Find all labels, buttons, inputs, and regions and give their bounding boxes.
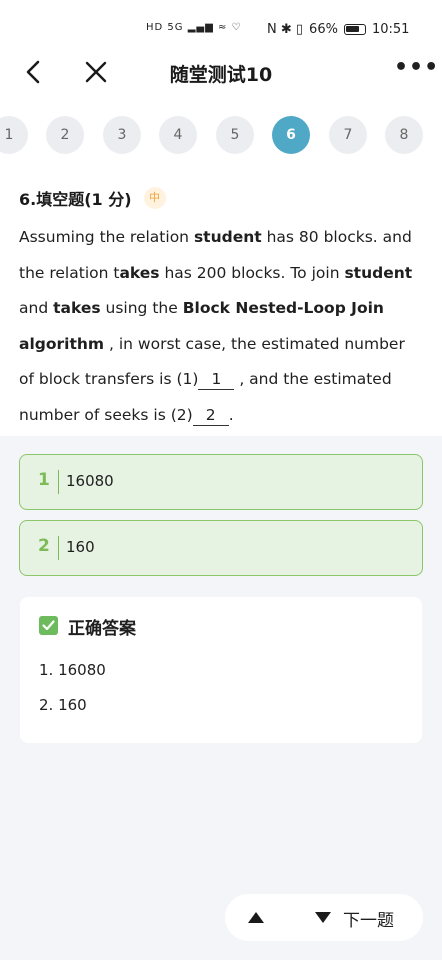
question-nav-item[interactable]: 8 [385, 116, 423, 154]
question-text-segment: and [19, 299, 54, 317]
question-text-bold: akes [119, 263, 160, 282]
question-text-segment: has 200 blocks. To join [159, 263, 345, 282]
correct-answer-item: 1. 16080 [39, 661, 106, 679]
question-text-bold: student [344, 263, 413, 282]
system-status: N ✱ ▯ 66% 10:51 [267, 22, 409, 37]
question-nav-item[interactable]: 4 [159, 116, 197, 154]
question-nav-item[interactable]: 1 [0, 116, 28, 154]
blank-1: 1 [198, 369, 235, 390]
question-navigator: 1 2 3 4 5 6 7 8 [0, 102, 442, 166]
answer-divider [58, 536, 59, 560]
clock: 10:51 [371, 22, 410, 37]
page-title: 随堂测试10 [169, 64, 273, 86]
battery-percent: 66% [309, 22, 338, 37]
question-title: 6.填空题(1 分) [19, 190, 132, 209]
answer-value: 16080 [66, 472, 114, 490]
question-text-segment: Assuming the relation [19, 228, 194, 246]
check-icon [39, 616, 58, 635]
question-nav-item[interactable]: 7 [329, 116, 367, 154]
battery-icon [343, 24, 366, 35]
question-card: 6.填空题(1 分) 中 Assuming the relation stude… [0, 166, 442, 436]
answer-value: 160 [66, 538, 95, 556]
status-bar: HD 5G ▂▄▆ ≈ ♡ N ✱ ▯ 66% 10:51 [0, 0, 442, 44]
question-text-segment: using the [100, 299, 183, 317]
question-nav-item[interactable]: 5 [216, 116, 254, 154]
next-question-button[interactable]: 下一题 [313, 904, 413, 932]
system-icons: N ✱ ▯ [267, 22, 304, 37]
question-nav-item[interactable]: 2 [46, 116, 84, 154]
correct-answer-card: 正确答案 1. 16080 2. 160 [20, 597, 422, 743]
network-status-icons: HD 5G ▂▄▆ ≈ ♡ [146, 22, 242, 33]
next-question-label: 下一题 [343, 910, 394, 931]
question-pager: 下一题 [225, 894, 423, 941]
question-text-bold: student [193, 228, 262, 246]
answer-field-1[interactable]: 1 16080 [19, 454, 423, 510]
more-menu-button[interactable]: ••• [394, 57, 438, 86]
correct-answer-title: 正确答案 [68, 619, 136, 639]
question-nav-item-active[interactable]: 6 [272, 116, 310, 154]
question-text: Assuming the relation student has 80 blo… [19, 220, 424, 433]
previous-question-button[interactable] [241, 904, 271, 932]
question-text-bold: takes [53, 299, 101, 317]
question-header: 6.填空题(1 分) 中 [19, 186, 166, 210]
answer-field-2[interactable]: 2 160 [19, 520, 423, 576]
answer-number: 2 [38, 536, 50, 556]
nav-bar: 随堂测试10 ••• [0, 44, 442, 102]
question-nav-item[interactable]: 3 [103, 116, 141, 154]
blank-2: 2 [192, 405, 229, 426]
answer-number: 1 [38, 470, 50, 490]
question-text-segment: . [228, 405, 234, 424]
correct-answer-item: 2. 160 [39, 696, 87, 714]
triangle-up-icon [248, 912, 264, 923]
triangle-down-icon [315, 912, 331, 923]
answer-divider [58, 470, 59, 494]
difficulty-badge: 中 [143, 187, 166, 209]
